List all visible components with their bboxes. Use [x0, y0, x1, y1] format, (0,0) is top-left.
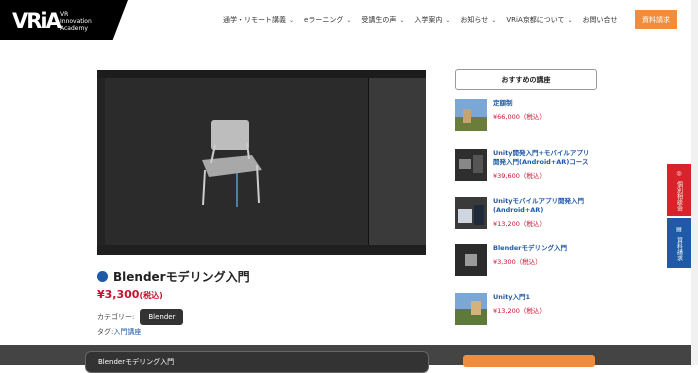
chevron-down-icon: ⌄ — [491, 16, 497, 24]
course-thumbnail — [455, 99, 487, 131]
recommend-title[interactable]: 定額制 — [493, 99, 593, 108]
request-brochure-button[interactable]: 資料請求 — [635, 10, 677, 29]
course-thumbnail — [455, 197, 487, 229]
blender-toolbar — [97, 78, 105, 245]
course-title: Blenderモデリング入門 — [113, 270, 250, 284]
tag-row: タグ:入門講座 — [97, 327, 141, 337]
course-thumbnail — [455, 244, 487, 276]
category-label: カテゴリー: — [97, 313, 135, 321]
nav-label: お知らせ — [460, 16, 489, 24]
recommend-item[interactable]: Unity入門1 ¥13,200（税込） — [455, 293, 593, 325]
recommend-title[interactable]: Unity開発入門+モバイルアプリ開発入門(Android+AR)コース — [493, 149, 593, 167]
course-title-row: Blenderモデリング入門 — [97, 268, 250, 285]
course-price: ¥3,300(税込) — [97, 288, 163, 301]
chair-model-icon — [202, 120, 262, 207]
logo-text: VR Innovation Academy — [60, 11, 110, 32]
nav-item-about[interactable]: VRiA京都について ⌄ — [506, 15, 572, 25]
footer-course-card: Blenderモデリング入門 — [85, 351, 429, 373]
document-icon: ▤ — [675, 225, 683, 233]
nav-item-elearning[interactable]: eラーニング ⌄ — [304, 15, 351, 25]
nav-label: 入学案内 — [414, 16, 443, 24]
recommend-price: ¥13,200（税込） — [493, 307, 546, 315]
recommend-title[interactable]: Blenderモデリング入門 — [493, 244, 593, 253]
category-badge[interactable]: Blender — [140, 309, 184, 325]
blender-topbar — [97, 70, 426, 78]
site-logo[interactable]: VRiA VR Innovation Academy — [0, 0, 128, 40]
nav-label: 通学・リモート講義 — [223, 16, 286, 24]
logo-line-3: Academy — [60, 25, 88, 32]
recommend-price: ¥13,200（税込） — [493, 220, 546, 228]
nav-item-voices[interactable]: 受講生の声 ⌄ — [361, 15, 404, 25]
recommend-title[interactable]: Unity入門1 — [493, 293, 593, 302]
side-tab-label: 資料請求 — [675, 236, 683, 261]
course-dot-icon — [97, 271, 108, 282]
recommend-heading: おすすめの講座 — [455, 69, 597, 90]
logo-line-1: VR — [60, 11, 69, 18]
nav-label: VRiA京都について — [506, 16, 565, 24]
blender-properties-panel — [368, 78, 426, 245]
side-tab-brochure[interactable]: ▤ 資料請求 — [667, 218, 691, 268]
main-nav: 通学・リモート講義 ⌄ eラーニング ⌄ 受講生の声 ⌄ 入学案内 ⌄ お知らせ ⌄ VR… — [223, 15, 618, 25]
page-scrollbar[interactable] — [691, 0, 698, 365]
recommend-item[interactable]: Unityモバイルアプリ開発入門(Android+AR) ¥13,200（税込） — [455, 197, 593, 229]
chevron-down-icon: ⌄ — [445, 16, 451, 24]
category-row: カテゴリー: Blender — [97, 309, 184, 325]
recommend-title[interactable]: Unityモバイルアプリ開発入門(Android+AR) — [493, 197, 593, 215]
course-hero-image — [97, 70, 426, 255]
recommend-item[interactable]: 定額制 ¥66,000（税込） — [455, 99, 593, 131]
chevron-down-icon: ⌄ — [289, 16, 295, 24]
side-tab-consultation[interactable]: ◎ 個別相談会 — [667, 164, 691, 216]
tag-label: タグ: — [97, 328, 114, 336]
site-header: VRiA VR Innovation Academy 通学・リモート講義 ⌄ eラ… — [0, 0, 698, 40]
recommend-item[interactable]: Unity開発入門+モバイルアプリ開発入門(Android+AR)コース ¥39,… — [455, 149, 593, 181]
recommend-item[interactable]: Blenderモデリング入門 ¥3,300（税込） — [455, 244, 593, 276]
logo-line-2: Innovation — [60, 18, 92, 25]
headset-icon: ◎ — [675, 169, 683, 177]
chevron-down-icon: ⌄ — [399, 16, 405, 24]
logo-mark: VRiA — [12, 9, 62, 33]
tag-link[interactable]: 入門講座 — [113, 328, 141, 336]
footer-card-title: Blenderモデリング入門 — [98, 358, 175, 366]
side-tab-label: 個別相談会 — [675, 180, 683, 211]
chevron-down-icon: ⌄ — [567, 16, 573, 24]
nav-label: 受講生の声 — [361, 16, 397, 24]
price-tax: (税込) — [139, 291, 163, 300]
nav-label: eラーニング — [304, 16, 344, 24]
nav-item-admission[interactable]: 入学案内 ⌄ — [414, 15, 450, 25]
nav-item-news[interactable]: お知らせ ⌄ — [460, 15, 496, 25]
recommend-price: ¥39,600（税込） — [493, 172, 546, 180]
recommend-price: ¥66,000（税込） — [493, 113, 546, 121]
nav-item-classes[interactable]: 通学・リモート講義 ⌄ — [223, 15, 294, 25]
footer-purchase-button[interactable] — [463, 355, 595, 367]
nav-label: お問い合せ — [582, 16, 618, 24]
blender-timeline — [97, 245, 426, 255]
recommend-price: ¥3,300（税込） — [493, 258, 542, 266]
course-thumbnail — [455, 149, 487, 181]
price-value: ¥3,300 — [97, 288, 140, 301]
course-thumbnail — [455, 293, 487, 325]
chevron-down-icon: ⌄ — [346, 16, 352, 24]
nav-item-contact[interactable]: お問い合せ — [583, 15, 618, 25]
